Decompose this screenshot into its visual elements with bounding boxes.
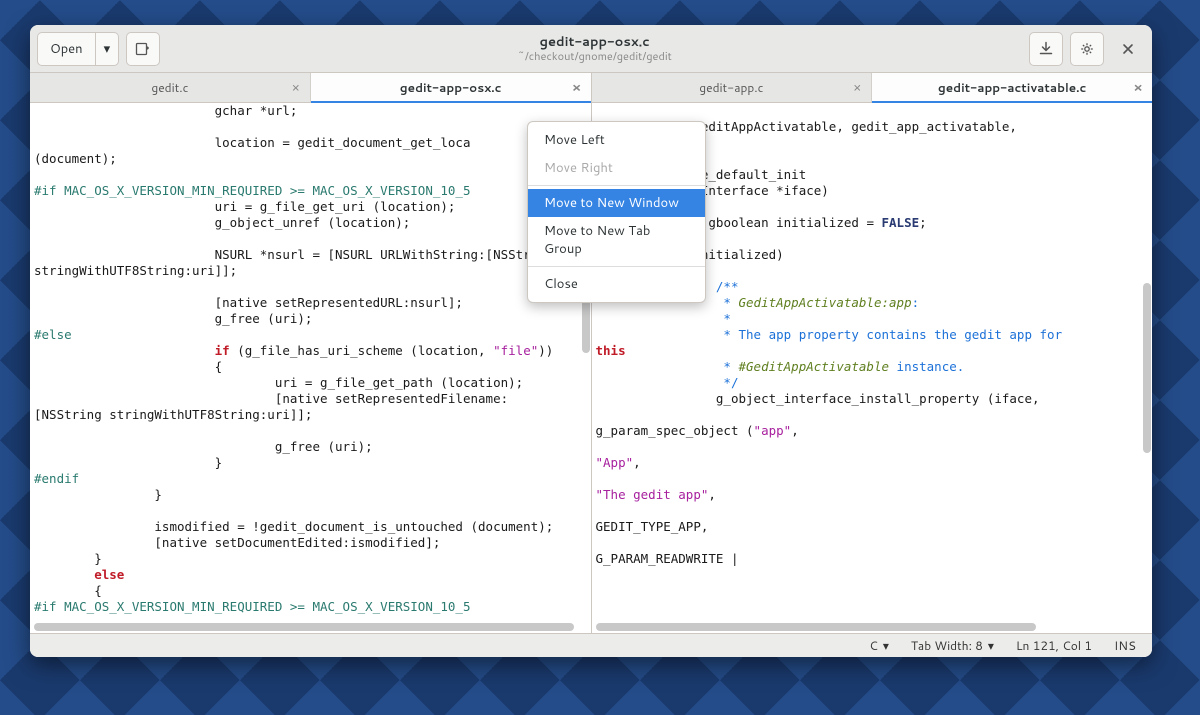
- scrollbar-horizontal[interactable]: [596, 623, 1036, 631]
- menu-separator: [528, 266, 705, 267]
- title-group: gedit-app-osx.c ~/checkout/gnome/gedit/g…: [167, 34, 1022, 64]
- new-tab-button[interactable]: [126, 32, 160, 66]
- tab-close-icon[interactable]: ×: [569, 80, 585, 96]
- menu-move-right: Move Right: [528, 154, 705, 182]
- new-tab-icon: [135, 41, 151, 57]
- chevron-down-icon: ▾: [883, 637, 889, 654]
- tab-close-icon[interactable]: ×: [849, 80, 865, 96]
- tab-context-menu: Move Left Move Right Move to New Window …: [527, 121, 706, 303]
- tab-label: gedit-app.c: [699, 79, 763, 96]
- tab-gedit-app-c[interactable]: gedit-app.c ×: [592, 73, 873, 102]
- menu-move-new-window[interactable]: Move to New Window: [528, 189, 705, 217]
- tab-gedit-app-activatable-c[interactable]: gedit-app-activatable.c ×: [872, 73, 1152, 102]
- status-position: Ln 121, Col 1: [1016, 637, 1092, 654]
- tab-label: gedit-app-activatable.c: [938, 79, 1086, 96]
- open-button[interactable]: Open ▾: [37, 32, 119, 66]
- gear-icon: [1079, 41, 1095, 57]
- close-icon: [1121, 42, 1135, 56]
- menu-move-new-tab-group[interactable]: Move to New Tab Group: [528, 217, 705, 263]
- close-window-button[interactable]: [1111, 32, 1145, 66]
- tab-gedit-app-osx-c[interactable]: gedit-app-osx.c ×: [311, 73, 591, 102]
- scrollbar-horizontal[interactable]: [34, 623, 574, 631]
- save-icon: [1038, 41, 1054, 57]
- tab-label: gedit.c: [151, 79, 188, 96]
- status-tabwidth[interactable]: Tab Width: 8 ▾: [911, 637, 994, 654]
- menu-button[interactable]: [1070, 32, 1104, 66]
- tab-label: gedit-app-osx.c: [400, 79, 502, 96]
- status-tabwidth-label: Tab Width: 8: [911, 637, 983, 654]
- status-insert-label: INS: [1114, 637, 1136, 654]
- header-bar: Open ▾ gedit-app-osx.c ~/checkout/gnome/…: [30, 25, 1152, 73]
- status-position-label: Ln 121, Col 1: [1016, 637, 1092, 654]
- menu-close[interactable]: Close: [528, 270, 705, 298]
- tab-close-icon[interactable]: ×: [1130, 80, 1146, 96]
- header-right-cluster: [1029, 32, 1145, 66]
- tab-gedit-c[interactable]: gedit.c ×: [30, 73, 311, 102]
- tab-group-right: gedit-app.c × gedit-app-activatable.c ×: [592, 73, 1153, 102]
- status-language[interactable]: C ▾: [869, 637, 889, 654]
- app-window: Open ▾ gedit-app-osx.c ~/checkout/gnome/…: [30, 25, 1152, 657]
- open-label: Open: [38, 33, 95, 65]
- status-bar: C ▾ Tab Width: 8 ▾ Ln 121, Col 1 INS: [30, 633, 1152, 657]
- status-insert-mode: INS: [1114, 637, 1136, 654]
- tab-close-icon[interactable]: ×: [288, 80, 304, 96]
- chevron-down-icon: ▾: [988, 637, 994, 654]
- editor-pane-left[interactable]: gchar *url; location = gedit_document_ge…: [30, 103, 591, 633]
- scrollbar-vertical[interactable]: [1143, 283, 1151, 453]
- save-button[interactable]: [1029, 32, 1063, 66]
- menu-separator: [528, 185, 705, 186]
- status-language-label: C: [869, 637, 878, 654]
- tab-bar: gedit.c × gedit-app-osx.c × gedit-app.c …: [30, 73, 1152, 103]
- window-subtitle: ~/checkout/gnome/gedit/gedit: [517, 50, 672, 64]
- open-chevron-icon[interactable]: ▾: [96, 33, 119, 65]
- tab-group-left: gedit.c × gedit-app-osx.c ×: [30, 73, 591, 102]
- menu-move-left[interactable]: Move Left: [528, 126, 705, 154]
